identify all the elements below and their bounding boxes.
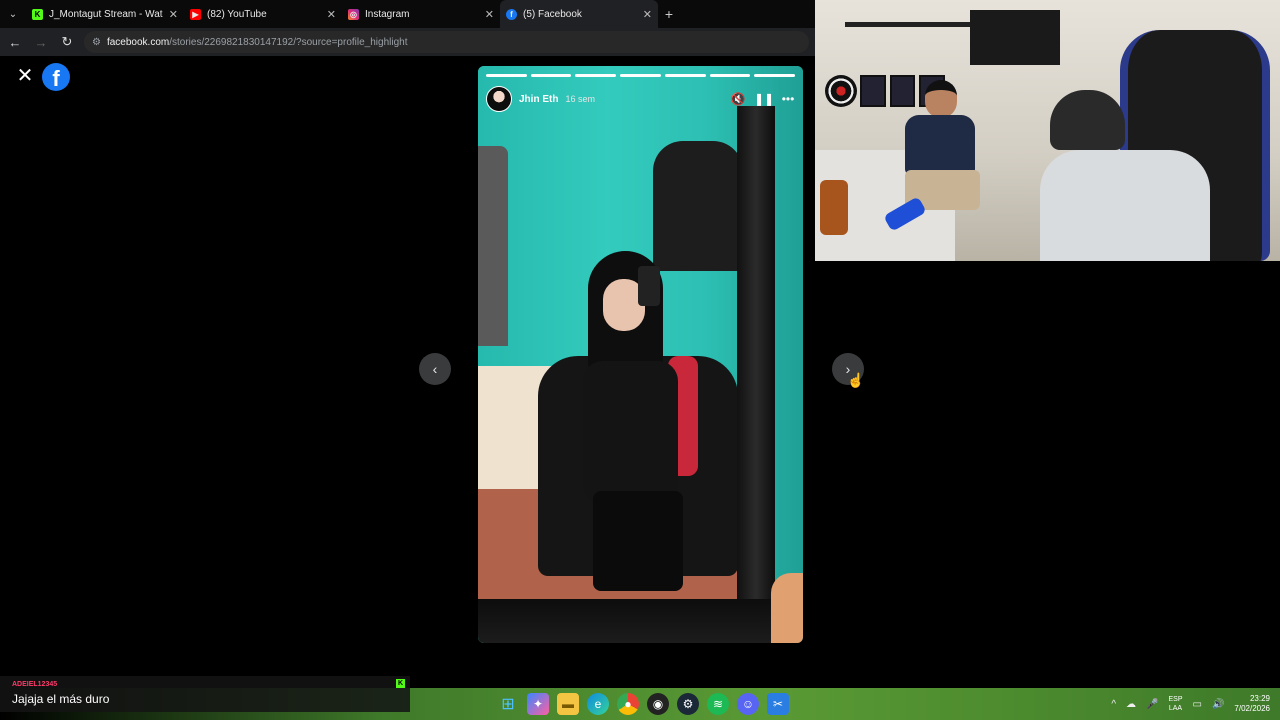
close-story-button[interactable]: ✕ [15,66,35,86]
photo-mirror-frame-bottom [478,599,803,643]
progress-segment [530,74,572,77]
microphone-icon[interactable]: 🎤 [1146,699,1158,710]
back-button[interactable]: ← [6,35,24,50]
lang-bottom: LAA [1168,705,1183,712]
chat-overlay: ADEIEL12345 K Jajaja el más duro [0,676,410,712]
photo-dress [583,361,678,511]
progress-segment [620,74,661,77]
close-tab-icon[interactable]: ✕ [327,8,336,21]
clock-date: 7/02/2026 [1234,704,1270,713]
previous-story-button[interactable]: ‹ [419,353,451,385]
cam-bottle [820,180,848,235]
dartboard-icon [825,75,857,107]
photo-person [553,251,693,591]
tab-title: J_Montagut Stream - Watch Liv [49,8,163,20]
reload-button[interactable]: ↻ [58,34,76,50]
address-bar[interactable]: ⚙ facebook.com/stories/2269821830147192/… [84,31,809,53]
tab-title: (5) Facebook [523,8,582,20]
forward-button[interactable]: → [32,35,50,50]
snipping-tool-icon[interactable]: ✂ [767,693,789,715]
network-icon[interactable]: ☁ [1126,699,1136,710]
close-tab-icon[interactable]: ✕ [169,8,178,21]
kick-badge-icon: K [396,679,405,688]
tab-title: (82) YouTube [207,8,267,20]
chrome-icon[interactable]: ● [617,693,639,715]
story-header: Jhin Eth 16 sem 🔇 ❚❚ ••• [486,86,797,112]
kick-icon: K [32,8,43,20]
clock[interactable]: 23:29 7/02/2026 [1234,694,1270,714]
instagram-icon: ◎ [348,8,359,20]
more-options-icon[interactable]: ••• [779,92,797,106]
cam-jersey [1040,150,1210,261]
tab-facebook[interactable]: f (5) Facebook ✕ [500,0,658,28]
youtube-icon: ▶ [190,8,201,20]
cam-cap [1050,90,1125,150]
url-path: /stories/2269821830147192/?source=profil… [169,36,408,48]
cam-tv [970,10,1060,65]
cam-person-body [905,115,975,175]
photo-legs [593,491,683,591]
progress-segment [664,74,706,77]
chat-username: ADEIEL12345 [12,681,58,688]
edge-icon[interactable]: e [587,693,609,715]
display-icon[interactable]: ▭ [1193,699,1202,710]
chat-message: Jajaja el más duro [12,692,110,706]
language-indicator[interactable]: ESP LAA [1168,695,1182,713]
story-author[interactable]: Jhin Eth [519,94,558,105]
mute-icon[interactable]: 🔇 [729,92,747,106]
progress-segment [486,74,527,77]
tab-title: Instagram [365,8,410,20]
story-progress-bar [486,74,796,77]
chevron-up-icon[interactable]: ^ [1111,699,1116,710]
photo-hand [771,573,803,643]
windows-start-icon[interactable]: ⊞ [497,693,519,715]
steam-icon[interactable]: ⚙ [677,693,699,715]
story-card[interactable]: Jhin Eth 16 sem 🔇 ❚❚ ••• [478,66,803,643]
story-time: 16 sem [565,94,595,104]
close-tab-icon[interactable]: ✕ [485,8,494,21]
progress-segment [575,74,617,77]
avatar[interactable] [486,86,512,112]
close-tab-icon[interactable]: ✕ [643,8,652,21]
facebook-logo-icon[interactable]: f [42,63,70,91]
new-tab-button[interactable]: + [658,6,680,22]
tab-search-icon[interactable]: ⌄ [0,9,26,20]
tab-instagram[interactable]: ◎ Instagram ✕ [342,0,500,28]
obs-icon[interactable]: ◉ [647,693,669,715]
url-domain: facebook.com [106,36,170,48]
photo-mirror-frame [737,106,775,643]
cam-person-head [925,80,957,118]
webcam-overlay [815,0,1280,261]
cam-person-foreground [1040,90,1230,261]
facebook-icon: f [506,8,517,20]
clock-time: 23:29 [1249,694,1270,703]
discord-icon[interactable]: ☺ [737,693,759,715]
photo-jacket-left [478,146,508,346]
system-tray: ^ ☁ 🎤 ESP LAA ▭ 🔊 23:29 7/02/2026 [1111,688,1270,720]
cam-person-seated [905,80,980,210]
tab-youtube[interactable]: ▶ (82) YouTube ✕ [184,0,342,28]
tab-kick[interactable]: K J_Montagut Stream - Watch Liv ✕ [26,0,184,28]
pause-icon[interactable]: ❚❚ [754,92,774,106]
progress-segment [754,74,796,77]
file-explorer-icon[interactable]: ▬ [557,693,579,715]
taskbar-apps: ⊞ ✦ ▬ e ● ◉ ⚙ ≋ ☺ ✂ [497,693,789,715]
site-info-icon[interactable]: ⚙ [92,37,101,48]
browser-toolbar: ← → ↻ ⚙ facebook.com/stories/22698218301… [0,28,815,56]
hand-cursor-icon: ☝ [847,372,865,388]
tab-strip: ⌄ K J_Montagut Stream - Watch Liv ✕ ▶ (8… [0,0,815,28]
photo-phone [638,266,660,306]
lang-top: ESP [1168,696,1183,703]
spotify-icon[interactable]: ≋ [707,693,729,715]
volume-icon[interactable]: 🔊 [1212,699,1224,710]
progress-segment [709,74,751,77]
copilot-icon[interactable]: ✦ [527,693,549,715]
